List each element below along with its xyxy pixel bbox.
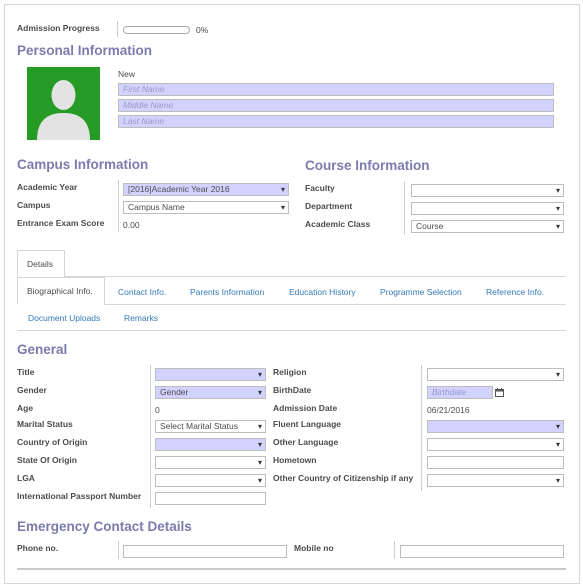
divider	[118, 541, 119, 559]
divider	[421, 365, 422, 491]
divider	[394, 541, 395, 559]
lga-label: LGA	[17, 473, 35, 483]
tab-programme-selection[interactable]: Programme Selection	[380, 287, 462, 297]
birthdate-input[interactable]: Birthdate	[427, 386, 493, 399]
divider	[404, 181, 405, 235]
admission-date-value: 06/21/2016	[427, 405, 470, 415]
tab-content-border	[17, 330, 566, 331]
age-label: Age	[17, 403, 34, 413]
first-name-input[interactable]: First Name	[118, 83, 554, 96]
religion-select[interactable]	[427, 368, 564, 381]
course-info-heading: Course Information	[305, 158, 430, 173]
middle-name-input[interactable]: Middle Name	[118, 99, 554, 112]
lga-select[interactable]	[155, 474, 266, 487]
other-language-label: Other Language	[273, 437, 339, 447]
academic-class-label: Academic Class	[305, 219, 371, 229]
marital-status-select[interactable]: Select Marital Status	[155, 420, 266, 433]
marital-status-label: Marital Status	[17, 419, 73, 429]
fluent-language-label: Fluent Language	[273, 419, 341, 429]
campus-select[interactable]: Campus Name	[123, 201, 289, 214]
country-of-origin-select[interactable]	[155, 438, 266, 451]
entrance-exam-score-value: 0.00	[123, 220, 140, 230]
campus-label: Campus	[17, 200, 51, 210]
phone-input[interactable]	[123, 545, 287, 558]
tab-document-uploads[interactable]: Document Uploads	[28, 313, 100, 323]
personal-info-heading: Personal Information	[17, 43, 153, 58]
tab-parents-information[interactable]: Parents Information	[190, 287, 264, 297]
title-select[interactable]	[155, 368, 266, 381]
passport-number-label: International Passport Number	[17, 491, 142, 501]
birthdate-label: BirthDate	[273, 385, 312, 395]
general-heading: General	[17, 342, 68, 357]
admission-progress-bar	[123, 26, 190, 34]
age-value: 0	[155, 405, 160, 415]
mobile-label: Mobile no	[294, 543, 334, 553]
faculty-select[interactable]	[411, 184, 564, 197]
tab-details[interactable]: Details	[17, 250, 65, 277]
academic-year-select[interactable]: [2016]Academic Year 2016	[123, 183, 289, 196]
gender-label: Gender	[17, 385, 47, 395]
gender-select[interactable]: Gender	[155, 386, 266, 399]
tab-reference-info[interactable]: Reference Info.	[486, 287, 544, 297]
tab-remarks[interactable]: Remarks	[124, 313, 158, 323]
tab-education-history[interactable]: Education History	[289, 287, 356, 297]
admission-date-label: Admission Date	[273, 403, 338, 413]
campus-info-heading: Campus Information	[17, 157, 149, 172]
admission-progress-percent: 0%	[196, 25, 209, 35]
hometown-input[interactable]	[427, 456, 564, 469]
record-status: New	[118, 69, 136, 79]
tab-contact-info[interactable]: Contact Info.	[118, 287, 166, 297]
person-silhouette-icon	[37, 80, 90, 140]
mobile-input[interactable]	[400, 545, 564, 558]
academic-class-select[interactable]: Course	[411, 220, 564, 233]
fluent-language-select[interactable]	[427, 420, 564, 433]
calendar-icon[interactable]	[495, 388, 504, 399]
other-country-select[interactable]	[427, 474, 564, 487]
phone-label: Phone no.	[17, 543, 59, 553]
academic-year-label: Academic Year	[17, 182, 78, 192]
other-language-select[interactable]	[427, 438, 564, 451]
entrance-exam-score-label: Entrance Exam Score	[17, 218, 105, 228]
country-of-origin-label: Country of Origin	[17, 437, 88, 447]
religion-label: Religion	[273, 367, 307, 377]
last-name-input[interactable]: Last Name	[118, 115, 554, 128]
section-divider	[17, 568, 566, 570]
other-country-label: Other Country of Citizenship if any	[273, 473, 414, 483]
title-label: Title	[17, 367, 35, 377]
hometown-label: Hometown	[273, 455, 317, 465]
student-photo[interactable]	[27, 67, 100, 140]
divider	[117, 21, 118, 37]
tab-biographical-info[interactable]: Biographical Info.	[17, 277, 105, 305]
passport-number-input[interactable]	[155, 492, 266, 505]
state-of-origin-label: State Of Origin	[17, 455, 77, 465]
divider	[150, 365, 151, 508]
faculty-label: Faculty	[305, 183, 335, 193]
department-select[interactable]	[411, 202, 564, 215]
emergency-contact-heading: Emergency Contact Details	[17, 519, 192, 534]
state-of-origin-select[interactable]	[155, 456, 266, 469]
department-label: Department	[305, 201, 353, 211]
admission-progress-label: Admission Progress	[17, 23, 100, 33]
divider	[118, 180, 119, 232]
